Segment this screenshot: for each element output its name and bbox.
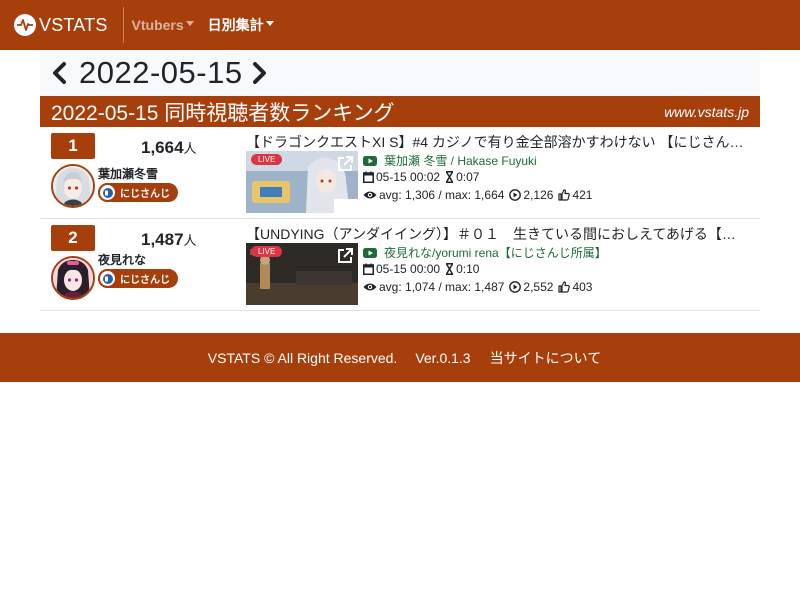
heartbeat-icon — [14, 14, 36, 36]
chevron-right-icon[interactable] — [252, 62, 268, 84]
calendar-icon — [363, 171, 374, 183]
chevron-left-icon[interactable] — [51, 62, 67, 84]
channel-name[interactable]: 夜見れな/yorumi rena【にじさんじ所属】 — [384, 244, 607, 261]
main-container: 2022-05-15 2022-05-15 同時視聴者数ランキング www.vs… — [40, 50, 760, 311]
thumbs-up-icon — [558, 281, 571, 293]
peak-viewer-count: 1,664人 — [141, 138, 197, 158]
daily-dropdown[interactable]: 日別集計 — [208, 15, 274, 35]
view-count: 2,126 — [523, 188, 554, 202]
vtubers-dropdown[interactable]: Vtubers — [132, 17, 194, 33]
date-navigation: 2022-05-15 — [40, 50, 760, 96]
ranking-title: 2022-05-15 同時視聴者数ランキング — [51, 101, 395, 125]
agency-badge[interactable]: にじさんじ — [98, 183, 178, 202]
viewer-count-value: 1,487 — [141, 230, 184, 249]
video-title[interactable]: 【UNDYING（アンダイイング）】＃０１ 生きている間におしえてあげる【にじさ… — [246, 224, 748, 244]
site-url: www.vstats.jp — [664, 103, 749, 120]
agency-name: にじさんじ — [120, 275, 170, 286]
viewer-unit: 人 — [183, 141, 197, 156]
caret-down-icon — [265, 21, 274, 26]
eye-icon — [363, 282, 377, 292]
video-thumbnail[interactable]: LIVE — [246, 151, 358, 213]
time-line: 05-15 00:02 0:07 — [363, 170, 479, 184]
vtuber-name[interactable]: 夜見れな — [98, 251, 146, 268]
ranking-header: 2022-05-15 同時視聴者数ランキング www.vstats.jp — [40, 96, 760, 127]
youtube-icon — [363, 247, 377, 258]
footer-about-link[interactable]: 当サイトについて — [490, 348, 602, 368]
channel-line[interactable]: 葉加瀬 冬雪 / Hakase Fuyuki — [363, 152, 537, 169]
nijisanji-logo-icon — [98, 183, 117, 202]
avatar[interactable] — [51, 256, 95, 300]
hourglass-icon — [445, 171, 454, 183]
brand-link[interactable]: VSTATS — [14, 7, 108, 43]
start-time: 05-15 00:00 — [376, 262, 441, 276]
agency-name: にじさんじ — [120, 189, 170, 200]
rank-badge: 1 — [51, 133, 95, 159]
duration: 0:07 — [456, 170, 480, 184]
caret-down-icon — [185, 21, 194, 26]
live-badge: LIVE — [251, 154, 283, 165]
rank-badge: 2 — [51, 225, 95, 251]
top-navbar: VSTATS Vtubers 日別集計 — [0, 0, 800, 50]
view-count: 2,552 — [523, 280, 554, 294]
ranking-row: 2 1,487人 夜見れな にじさんじ 【UNDYING（アンダイイング）】＃０… — [40, 219, 760, 311]
stats-line: avg: 1,074 / max: 1,487 2,552 403 — [363, 280, 592, 294]
ranking-row: 1 1,664人 葉加瀬冬雪 にじさんじ 【ドラゴンクエストXI S】#4 カジ… — [40, 127, 760, 219]
vtuber-name[interactable]: 葉加瀬冬雪 — [98, 165, 158, 182]
footer: VSTATS © All Right Reserved. Ver.0.1.3 当… — [0, 333, 800, 382]
external-link-icon[interactable] — [336, 247, 354, 265]
eye-icon — [363, 190, 377, 200]
time-line: 05-15 00:00 0:10 — [363, 262, 479, 276]
video-thumbnail[interactable]: LIVE — [246, 243, 358, 305]
current-date: 2022-05-15 — [79, 55, 243, 90]
hourglass-icon — [445, 263, 454, 275]
daily-dropdown-label: 日別集計 — [207, 17, 264, 33]
duration: 0:10 — [456, 262, 480, 276]
footer-copyright: VSTATS © All Right Reserved. — [207, 349, 398, 366]
nav-divider — [122, 7, 124, 43]
peak-viewer-count: 1,487人 — [141, 230, 197, 250]
brand-name: VSTATS — [39, 14, 108, 35]
thumbs-up-icon — [558, 189, 571, 201]
start-time: 05-15 00:02 — [376, 170, 441, 184]
viewer-count-value: 1,664 — [141, 138, 184, 157]
agency-badge[interactable]: にじさんじ — [98, 269, 178, 288]
avg-max-viewers: avg: 1,306 / max: 1,664 — [379, 188, 505, 202]
like-count: 403 — [572, 280, 593, 294]
channel-line[interactable]: 夜見れな/yorumi rena【にじさんじ所属】 — [363, 244, 607, 261]
external-link-icon[interactable] — [336, 155, 354, 173]
youtube-icon — [363, 155, 377, 166]
video-title[interactable]: 【ドラゴンクエストXI S】#4 カジノで有り金全部溶かすわけない 【にじさんじ… — [246, 132, 748, 152]
play-circle-icon — [509, 189, 522, 201]
like-count: 421 — [572, 188, 593, 202]
channel-name[interactable]: 葉加瀬 冬雪 / Hakase Fuyuki — [384, 152, 537, 169]
calendar-icon — [363, 263, 374, 275]
vtubers-dropdown-label: Vtubers — [131, 17, 184, 33]
viewer-unit: 人 — [183, 233, 197, 248]
stats-line: avg: 1,306 / max: 1,664 2,126 421 — [363, 188, 592, 202]
play-circle-icon — [509, 281, 522, 293]
footer-version: Ver.0.1.3 — [415, 349, 471, 366]
avatar[interactable] — [51, 164, 95, 208]
avg-max-viewers: avg: 1,074 / max: 1,487 — [379, 280, 505, 294]
nijisanji-logo-icon — [98, 269, 117, 288]
live-badge: LIVE — [251, 246, 283, 257]
